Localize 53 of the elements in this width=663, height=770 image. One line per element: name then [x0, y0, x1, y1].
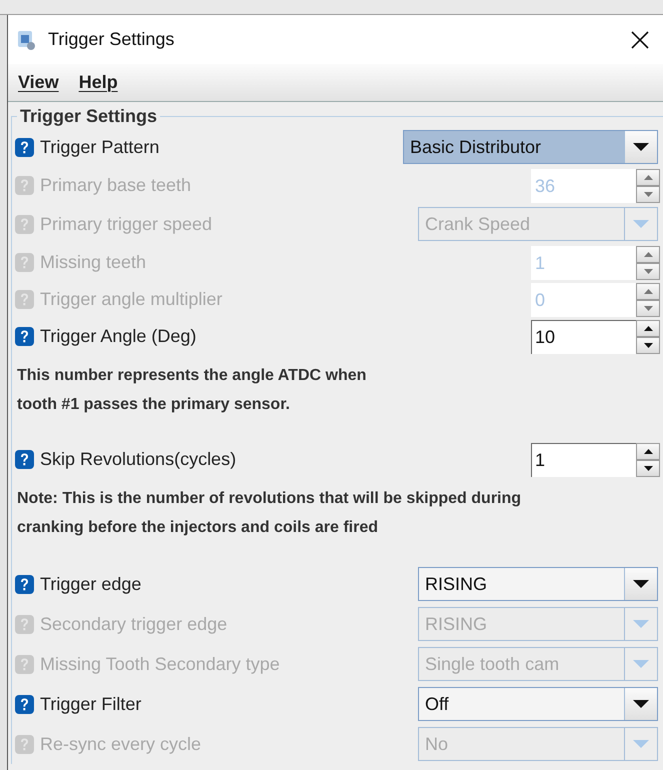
caret-icon: [633, 660, 649, 668]
down-arrow-icon: [644, 306, 652, 310]
down-arrow-icon: [644, 466, 652, 470]
dropdown[interactable]: Basic Distributor: [403, 130, 658, 164]
field-label: Missing teeth: [40, 252, 146, 273]
menu-item[interactable]: Help: [78, 72, 118, 93]
caret-icon: [633, 580, 649, 588]
caret-icon: [633, 620, 649, 628]
up-arrow-icon: [644, 174, 652, 180]
field-label: Trigger Angle (Deg): [40, 326, 196, 347]
field-label: Trigger angle multiplier: [40, 289, 222, 310]
menu-item[interactable]: View: [18, 72, 59, 93]
close-icon[interactable]: [630, 30, 650, 50]
help-icon[interactable]: [15, 450, 34, 469]
help-icon[interactable]: [15, 138, 34, 156]
up-arrow-icon: [644, 448, 652, 454]
field-label: Trigger Pattern: [40, 136, 160, 158]
down-arrow-icon: [644, 342, 652, 348]
caret-icon: [633, 740, 649, 748]
caret-icon: [633, 143, 649, 151]
field-label: Skip Revolutions(cycles): [40, 449, 236, 470]
dropdown[interactable]: RISING: [418, 567, 658, 601]
up-arrow-icon: [644, 252, 652, 256]
group-title: Trigger Settings: [19, 106, 158, 127]
help-icon[interactable]: [15, 694, 34, 714]
dropdown[interactable]: Off: [418, 687, 658, 721]
number-field[interactable]: 1: [531, 442, 636, 476]
field-label: Missing Tooth Secondary type: [40, 654, 280, 674]
note-text: tooth #1 passes the primary sensor.: [17, 395, 291, 415]
field-label: Secondary trigger edge: [40, 614, 228, 634]
up-arrow-icon: [644, 288, 652, 294]
note-text: cranking before the injectors and coils are fired: [17, 518, 379, 538]
help-icon[interactable]: [15, 327, 34, 346]
app-icon: [16, 28, 38, 50]
caret-icon: [633, 220, 649, 228]
note-text: Note: This is the number of revolutions that will be skipped during: [17, 489, 522, 509]
number-field[interactable]: 10: [531, 320, 636, 354]
caret-icon: [633, 700, 649, 708]
field-label: Trigger Filter: [40, 694, 142, 714]
window-title: Trigger Settings: [48, 29, 174, 50]
increment-button[interactable]: [636, 442, 660, 460]
help-icon[interactable]: [15, 574, 34, 594]
decrement-button[interactable]: [636, 336, 660, 354]
field-label: Trigger edge: [40, 574, 142, 594]
note-text: This number represents the angle ATDC when: [17, 366, 368, 386]
field-label: Re-sync every cycle: [40, 734, 202, 754]
field-label: Primary trigger speed: [40, 214, 212, 234]
decrement-button[interactable]: [636, 460, 660, 476]
down-arrow-icon: [644, 192, 652, 196]
up-arrow-icon: [644, 326, 652, 330]
down-arrow-icon: [644, 268, 652, 274]
field-label: Primary base teeth: [40, 175, 192, 196]
increment-button[interactable]: [636, 320, 660, 336]
